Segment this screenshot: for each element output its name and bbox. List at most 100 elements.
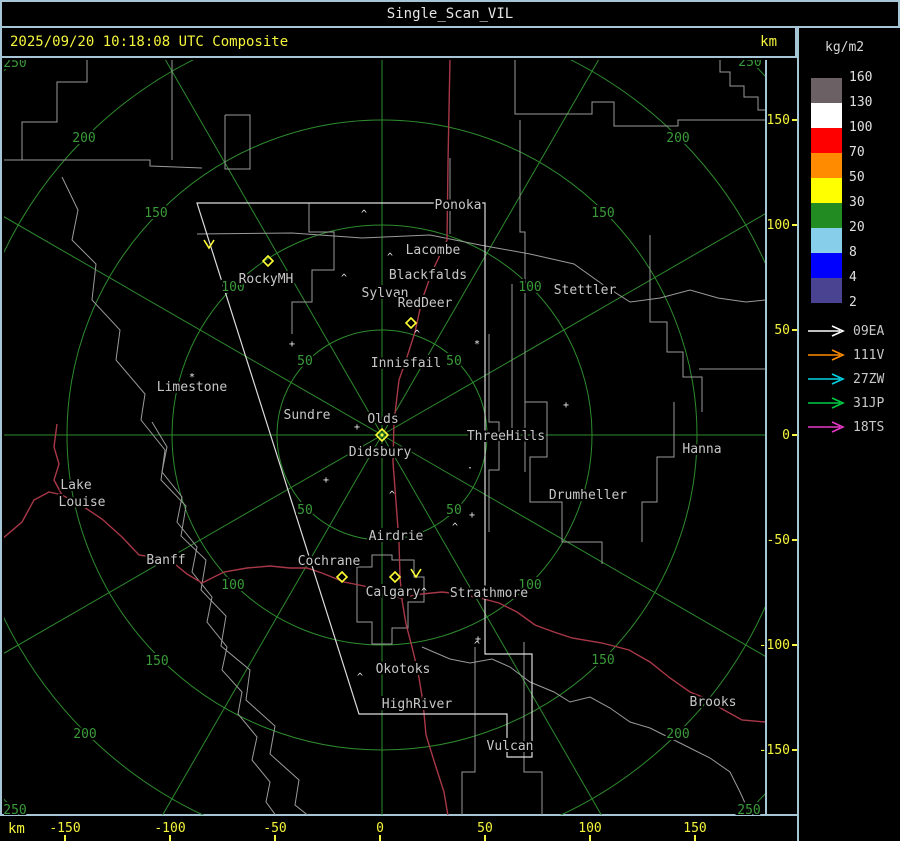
city-label-calgary: Calgary bbox=[366, 585, 421, 600]
city-label-reddeer: RedDeer bbox=[398, 296, 453, 311]
bottom-axis-unit: km bbox=[8, 821, 25, 837]
site-marker bbox=[388, 570, 402, 584]
town-marker: ^ bbox=[452, 522, 458, 533]
ring-distance-label: 250 bbox=[3, 58, 26, 71]
storm-vector-marker bbox=[410, 568, 422, 579]
storm-track-arrow-icon bbox=[808, 397, 845, 409]
right-axis-label: 150 bbox=[767, 113, 790, 128]
county-boundary bbox=[523, 642, 543, 815]
map-panel: 50 50 50 50 100 100 100 100 150 150 150 150 200 200 20… bbox=[0, 56, 798, 818]
city-label-louise: Louise bbox=[59, 495, 106, 510]
bottom-axis-tick bbox=[274, 835, 276, 841]
bottom-axis-label: 150 bbox=[683, 821, 707, 836]
county-boundary bbox=[461, 647, 476, 815]
town-marker: ^ bbox=[361, 209, 367, 220]
city-label-okotoks: Okotoks bbox=[376, 662, 431, 677]
city-label-innisfail: Innisfail bbox=[371, 356, 441, 371]
scale-value-label: 100 bbox=[849, 120, 873, 135]
ring-distance-label: 250 bbox=[738, 58, 761, 70]
storm-track-row: 27ZW bbox=[807, 371, 885, 387]
ring-distance-label: 50 bbox=[446, 354, 462, 369]
county-boundary bbox=[519, 120, 526, 472]
right-axis-label: -50 bbox=[767, 533, 790, 548]
county-boundary bbox=[151, 421, 277, 815]
scale-value-label: 20 bbox=[849, 220, 865, 235]
city-label-sundre: Sundre bbox=[284, 408, 331, 423]
ring-distance-label: 250 bbox=[3, 803, 26, 818]
ring-distance-label: 150 bbox=[591, 206, 614, 221]
radar-site-dot bbox=[380, 433, 384, 437]
storm-track-row: 111V bbox=[807, 348, 884, 363]
city-label-airdrie: Airdrie bbox=[369, 529, 424, 544]
town-marker: + bbox=[289, 339, 295, 350]
scale-color-box bbox=[811, 78, 842, 103]
bottom-axis-label: -100 bbox=[154, 821, 186, 836]
right-axis-unit: km bbox=[760, 34, 777, 50]
city-label-lake: Lake bbox=[60, 478, 91, 493]
ring-distance-label: 100 bbox=[518, 280, 541, 295]
bottom-axis-label: 0 bbox=[376, 821, 384, 836]
storm-track-arrow-icon bbox=[808, 373, 845, 385]
town-marker: ^ bbox=[341, 273, 347, 284]
ring-distance-label: 200 bbox=[73, 727, 96, 742]
scale-value-label: 160 bbox=[849, 70, 873, 85]
scale-color-box bbox=[811, 153, 842, 178]
bottom-axis-tick bbox=[169, 835, 171, 841]
city-label-threehills: ThreeHills bbox=[467, 429, 545, 444]
town-marker: ^ bbox=[414, 329, 420, 340]
town-marker: ^ bbox=[387, 252, 393, 263]
city-label-hanna: Hanna bbox=[682, 442, 721, 457]
town-marker: ^ bbox=[357, 672, 363, 683]
bottom-axis-tick bbox=[694, 835, 696, 841]
scale-color-box bbox=[811, 128, 842, 153]
title-bar: Single_Scan_VIL bbox=[0, 0, 900, 28]
scale-value-label: 2 bbox=[849, 295, 857, 310]
town-marker: + bbox=[323, 475, 329, 486]
scale-value-label: 8 bbox=[849, 245, 857, 260]
town-marker: + bbox=[563, 400, 569, 411]
county-boundary bbox=[291, 203, 335, 334]
ring-distance-label: 250 bbox=[737, 803, 760, 818]
county-boundary bbox=[196, 232, 765, 303]
bottom-axis-tick bbox=[589, 835, 591, 841]
scale-color-box bbox=[811, 178, 842, 203]
scale-value-label: 70 bbox=[849, 145, 865, 160]
town-marker: ^ bbox=[389, 490, 395, 501]
county-boundary bbox=[649, 235, 703, 412]
bottom-axis-tick bbox=[64, 835, 66, 841]
bottom-axis-label: -150 bbox=[49, 821, 81, 836]
bottom-axis-tick bbox=[484, 835, 486, 841]
ring-distance-label: 50 bbox=[446, 503, 462, 518]
scale-color-box bbox=[811, 228, 842, 253]
radial-line bbox=[4, 216, 383, 436]
city-label-lacombe: Lacombe bbox=[406, 243, 461, 258]
map-content: 50 5050 50100 100100 100150 150150 150200 20020… bbox=[3, 58, 765, 818]
town-marker: + bbox=[475, 634, 481, 645]
right-axis-label: -100 bbox=[759, 638, 790, 653]
city-label-cochrane: Cochrane bbox=[298, 554, 361, 569]
storm-track-arrow-icon bbox=[808, 325, 845, 337]
city-label-blackfalds: Blackfalds bbox=[389, 268, 467, 283]
storm-track-id: 31JP bbox=[853, 395, 885, 411]
scale-value-label: 4 bbox=[849, 270, 857, 285]
storm-track-id: 27ZW bbox=[853, 371, 885, 387]
city-label-banff: Banff bbox=[146, 553, 185, 568]
scale-color-box bbox=[811, 278, 842, 303]
info-bar: 2025/09/20 10:18:08 UTC Composite km bbox=[0, 28, 797, 56]
scale-color-box bbox=[811, 103, 842, 128]
town-marker: * bbox=[189, 372, 195, 383]
legend-panel: kg/m2 160 130 100 70 50 30 20 8 4 2 09EA 111V 27ZW 3… bbox=[797, 28, 900, 841]
city-label-brooks: Brooks bbox=[690, 695, 737, 710]
ring-distance-label: 150 bbox=[591, 653, 614, 668]
city-label-stettler: Stettler bbox=[554, 283, 617, 298]
town-marker: + bbox=[469, 510, 475, 521]
radar-map: 50 5050 50100 100100 100150 150150 150200 20020… bbox=[3, 58, 798, 818]
town-marker: + bbox=[354, 422, 360, 433]
town-marker: * bbox=[474, 339, 480, 350]
storm-track-row: 31JP bbox=[807, 395, 885, 411]
right-axis-label: 0 bbox=[782, 428, 790, 443]
town-marker: ^ bbox=[421, 587, 427, 598]
town-marker: · bbox=[467, 463, 473, 474]
right-axis-label: 100 bbox=[767, 218, 790, 233]
storm-track-row: 18TS bbox=[807, 420, 884, 435]
